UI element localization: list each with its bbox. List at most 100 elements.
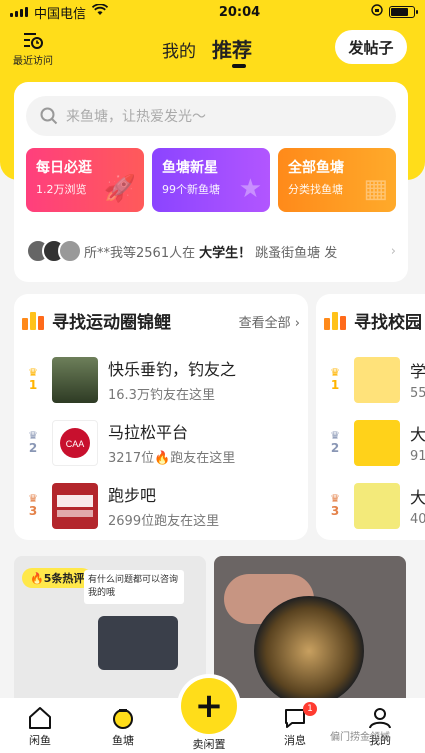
pond-name: 快乐垂钓，钓友之	[108, 360, 237, 379]
hot-comments-badge: 🔥5条热评	[22, 568, 93, 588]
tab-label: 消息	[284, 734, 306, 747]
sell-label: 卖闲置	[192, 738, 226, 751]
tab-mine[interactable]: 我的	[162, 37, 196, 62]
pond-members: 3217位🔥跑友在这里	[108, 451, 236, 466]
pond-title: 寻找校园	[354, 313, 422, 333]
pond-name: 马拉松平台	[108, 423, 189, 442]
top-navigation: 最近访问 我的 推荐 发帖子	[0, 26, 425, 72]
ranking-bars-icon	[22, 311, 44, 330]
ticker-highlight: 大学生！	[199, 245, 252, 261]
pond-icon	[113, 709, 133, 729]
avatar	[58, 239, 82, 263]
hot-comments-label: 5条热评	[43, 572, 85, 585]
rocket-icon: 🚀	[103, 174, 136, 204]
pond-title: 寻找运动圈锦鲤	[52, 313, 171, 333]
pond-members: 91	[410, 449, 425, 464]
crown-icon: ♛	[330, 429, 340, 442]
post-button[interactable]: 发帖子	[335, 30, 407, 64]
carrier-label: 中国电信	[34, 6, 87, 22]
chat-bubble: 有什么问题都可以咨询我的哦	[84, 570, 184, 604]
rank-number: 1	[28, 378, 38, 392]
rank-number: 2	[330, 441, 340, 455]
pond-card-sports: 寻找运动圈锦鲤 查看全部 › ♛ 1 快乐垂钓，钓友之 16.3万钓友在这里 ♛ 2…	[14, 294, 308, 540]
tile-daily-must-visit[interactable]: 每日必逛 1.2万浏览 🚀	[26, 148, 144, 212]
pond-thumbnail	[354, 482, 400, 529]
rank-number: 1	[330, 378, 340, 392]
discovery-card: 来鱼塘，让热爱发光～ 每日必逛 1.2万浏览 🚀 鱼塘新星 99个新鱼塘 ★ 全…	[14, 82, 408, 282]
search-icon	[40, 107, 58, 125]
ticker-prefix: 所**我等2561人在	[84, 245, 196, 261]
home-icon	[29, 707, 51, 729]
crown-icon: ♛	[330, 366, 340, 379]
pond-list-item[interactable]: ♛ 3 跑步吧 2699位跑友在这里	[22, 474, 236, 537]
view-all-link[interactable]: 查看全部 ›	[239, 312, 300, 331]
tile-all-ponds[interactable]: 全部鱼塘 分类找鱼塘 ▦	[278, 148, 396, 212]
tab-xianyu[interactable]: 闲鱼	[10, 706, 70, 748]
battery-icon	[389, 6, 418, 18]
recent-visits-icon	[24, 33, 43, 49]
pond-members: 55	[410, 386, 425, 401]
pond-list-item[interactable]: ♛ 1 学 55	[324, 348, 425, 411]
recent-visits-label: 最近访问	[13, 56, 53, 67]
pond-name: 学	[410, 362, 425, 381]
pond-thumbnail	[52, 482, 98, 529]
crown-icon: ♛	[28, 366, 38, 379]
status-bar: 中国电信 20:04	[0, 0, 425, 24]
crown-icon: ♛	[330, 492, 340, 505]
recent-visits-button[interactable]: 最近访问	[10, 30, 56, 67]
crown-icon: ♛	[28, 429, 38, 442]
caa-logo-icon: CAA	[60, 427, 90, 458]
active-tab-indicator	[232, 64, 246, 68]
tab-messages[interactable]: 消息 1	[265, 702, 325, 748]
pond-list-item[interactable]: ♛ 2 CAA 马拉松平台 3217位🔥跑友在这里	[22, 411, 236, 474]
rank-badge: ♛ 1	[324, 367, 346, 392]
search-input[interactable]: 来鱼塘，让热爱发光～	[26, 96, 396, 136]
pond-list-item[interactable]: ♛ 2 大 91	[324, 411, 425, 474]
rank-number: 3	[330, 504, 340, 518]
signal-icon	[10, 7, 28, 17]
user-icon	[369, 708, 391, 729]
pond-thumbnail: CAA	[52, 419, 98, 466]
rank-number: 3	[28, 504, 38, 518]
rank-badge: ♛ 3	[324, 493, 346, 518]
avatar-group	[26, 239, 82, 263]
crown-icon: ♛	[28, 492, 38, 505]
chevron-right-icon: ›	[390, 243, 396, 259]
tab-label: 闲鱼	[29, 734, 51, 747]
lock-rotation-icon	[371, 4, 383, 20]
pond-members: 16.3万钓友在这里	[108, 388, 215, 403]
view-all-label: 查看全部	[238, 316, 291, 331]
pond-list-item[interactable]: ♛ 3 大 40	[324, 474, 425, 537]
tab-recommended[interactable]: 推荐	[212, 34, 252, 63]
fire-icon: 🔥	[30, 572, 44, 585]
star-icon: ★	[238, 174, 262, 204]
rank-number: 2	[28, 441, 38, 455]
activity-ticker[interactable]: 所**我等2561人在 大学生！ 跳蚤街鱼塘 发 ›	[26, 236, 396, 266]
pond-card-campus: 寻找校园 ♛ 1 学 55 ♛ 2 大 91 ♛ 3 大 40	[316, 294, 425, 540]
pond-name: 大	[410, 425, 425, 444]
tab-pond[interactable]: 鱼塘	[93, 706, 153, 748]
plus-icon: +	[194, 686, 224, 726]
glove-photo	[98, 616, 178, 670]
rank-badge: ♛ 1	[22, 367, 44, 392]
pond-thumbnail	[52, 356, 98, 403]
search-placeholder: 来鱼塘，让热爱发光～	[66, 109, 206, 125]
rank-badge: ♛ 3	[22, 493, 44, 518]
pond-members: 2699位跑友在这里	[108, 514, 220, 529]
wifi-icon	[91, 3, 109, 20]
pond-members: 40	[410, 512, 425, 527]
sell-button[interactable]: +	[181, 678, 237, 734]
pond-list-item[interactable]: ♛ 1 快乐垂钓，钓友之 16.3万钓友在这里	[22, 348, 236, 411]
rank-badge: ♛ 2	[324, 430, 346, 455]
message-badge: 1	[303, 702, 317, 716]
feed-card[interactable]	[214, 556, 406, 706]
tile-new-stars[interactable]: 鱼塘新星 99个新鱼塘 ★	[152, 148, 270, 212]
clock: 20:04	[218, 4, 261, 20]
pond-thumbnail	[354, 356, 400, 403]
pond-name: 跑步吧	[108, 486, 157, 505]
ranking-bars-icon	[324, 311, 346, 330]
feed-card[interactable]: 🔥5条热评 有什么问题都可以咨询我的哦	[14, 556, 206, 706]
grid-icon: ▦	[363, 174, 388, 204]
tab-label: 鱼塘	[112, 734, 134, 747]
pond-name: 大	[410, 488, 425, 507]
